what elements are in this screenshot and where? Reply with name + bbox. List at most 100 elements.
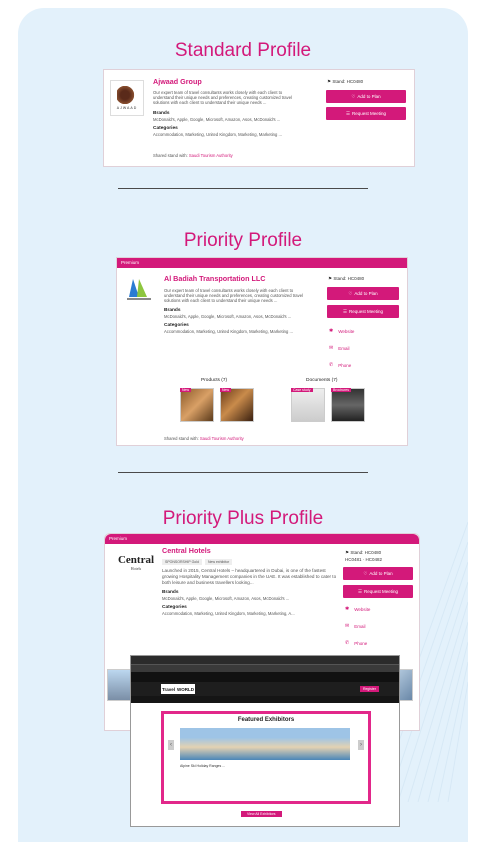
brands-list: McDonald's, Apple, Google, Microsoft, Am… bbox=[164, 314, 292, 319]
company-logo: Central Hotels bbox=[113, 554, 159, 584]
brands-list: McDonald's, Apple, Google, Microsoft, Am… bbox=[153, 117, 281, 122]
request-meeting-button[interactable]: ☰ Request Meeting bbox=[326, 107, 406, 120]
phone-icon: ✆ bbox=[329, 362, 334, 368]
carousel-prev-button[interactable]: ‹ bbox=[168, 740, 174, 750]
brands-list: McDonald's, Apple, Google, Microsoft, Am… bbox=[162, 596, 290, 601]
categories-label: Categories bbox=[153, 126, 178, 131]
documents-heading: Documents (7) bbox=[306, 378, 338, 383]
site-top-bar bbox=[131, 672, 399, 682]
standard-profile-title: Standard Profile bbox=[174, 40, 312, 61]
email-link[interactable]: ✉ Email bbox=[329, 345, 349, 351]
priority-plus-profile-title: Priority Plus Profile bbox=[162, 508, 324, 529]
company-description: Our expert team of travel consultants wo… bbox=[164, 288, 303, 304]
request-meeting-button[interactable]: ☰ Request Meeting bbox=[327, 305, 399, 318]
company-name[interactable]: Ajwaad Group bbox=[153, 77, 202, 86]
website-link[interactable]: ✱ Website bbox=[345, 606, 370, 612]
heart-icon: ♡ bbox=[351, 93, 356, 99]
categories-list: Accommodation, Marketing, United Kingdom… bbox=[153, 132, 282, 137]
premium-banner: Premium bbox=[105, 534, 419, 544]
site-header: Travel WORLD Register bbox=[131, 682, 399, 696]
categories-label: Categories bbox=[162, 605, 187, 610]
logo-text: AJWAAD bbox=[116, 106, 138, 110]
view-all-exhibitors-button[interactable]: View All Exhibitors bbox=[241, 811, 282, 817]
brands-label: Brands bbox=[162, 590, 179, 595]
phone-link[interactable]: ✆ Phone bbox=[345, 640, 367, 646]
add-to-plan-label: Add to Plan bbox=[354, 291, 378, 296]
priority-profile-title: Priority Profile bbox=[183, 230, 303, 251]
calendar-icon: ☰ bbox=[357, 588, 362, 594]
stand-number-text: Stand: HC0480 bbox=[332, 79, 364, 84]
envelope-icon: ✉ bbox=[329, 345, 334, 351]
browser-address-bar[interactable] bbox=[131, 664, 399, 672]
standard-profile-card: AJWAAD Ajwaad Group Our expert team of t… bbox=[103, 69, 415, 167]
site-nav bbox=[131, 696, 399, 703]
shared-stand-label: Shared stand with: bbox=[153, 153, 188, 158]
website-label: Website bbox=[338, 328, 355, 334]
website-link[interactable]: ✱ Website bbox=[329, 328, 354, 334]
phone-link[interactable]: ✆ Phone bbox=[329, 362, 351, 368]
stand-number: ⚑ Stand: HC0480 bbox=[327, 79, 363, 85]
browser-screenshot: Travel WORLD Register Featured Exhibitor… bbox=[130, 655, 400, 827]
case-study-tag: Case study bbox=[291, 388, 313, 392]
envelope-icon: ✉ bbox=[345, 623, 350, 629]
email-label: Email bbox=[354, 623, 366, 629]
sponsorship-chip: SPONSORSHIP Gold bbox=[162, 559, 202, 565]
website-label: Website bbox=[354, 606, 371, 612]
site-logo[interactable]: Travel WORLD bbox=[161, 684, 195, 694]
company-name[interactable]: Central Hotels bbox=[162, 546, 211, 555]
calendar-icon: ☰ bbox=[345, 110, 350, 116]
product-thumbnail-1[interactable] bbox=[180, 388, 214, 422]
company-name[interactable]: Al Badiah Transportation LLC bbox=[164, 274, 265, 283]
priority-profile-card: Premium Al Badiah Transportation LLC Our… bbox=[116, 257, 408, 446]
company-logo: AJWAAD bbox=[110, 80, 144, 116]
email-link[interactable]: ✉ Email bbox=[345, 623, 365, 629]
globe-icon: ✱ bbox=[345, 606, 350, 612]
add-to-plan-button[interactable]: ♡ Add to Plan bbox=[327, 287, 399, 300]
brochures-tag: Brochures bbox=[331, 388, 351, 392]
logo-mark bbox=[117, 86, 137, 104]
company-logo bbox=[123, 275, 155, 303]
shared-stand: Shared stand with: Saudi Tourism Authori… bbox=[164, 436, 244, 441]
request-meeting-label: Request Meeting bbox=[352, 111, 387, 116]
browser-tab-strip bbox=[131, 656, 399, 664]
categories-label: Categories bbox=[164, 323, 189, 328]
globe-icon: ✱ bbox=[329, 328, 334, 334]
request-meeting-label: Request Meeting bbox=[364, 589, 399, 594]
add-to-plan-label: Add to Plan bbox=[369, 571, 393, 576]
stand-number-secondary: HC0481 · HC0482 bbox=[345, 557, 383, 562]
site-logo-text-1: Travel bbox=[161, 686, 175, 692]
stand-number: ⚑ Stand: HC0480 bbox=[328, 276, 364, 282]
carousel-next-button[interactable]: › bbox=[358, 740, 364, 750]
brands-label: Brands bbox=[164, 308, 181, 313]
email-label: Email bbox=[338, 345, 350, 351]
phone-label: Phone bbox=[354, 640, 368, 646]
location-pin-icon: ⚑ bbox=[345, 550, 350, 555]
location-pin-icon: ⚑ bbox=[328, 276, 333, 281]
product-thumbnail-2[interactable] bbox=[220, 388, 254, 422]
new-tag: New bbox=[180, 388, 192, 392]
background-panel: Standard Profile AJWAAD Ajwaad Group Our… bbox=[18, 8, 468, 842]
shared-stand-link[interactable]: Saudi Tourism Authority bbox=[189, 153, 233, 158]
register-button[interactable]: Register bbox=[359, 686, 379, 692]
add-to-plan-button[interactable]: ♡ Add to Plan bbox=[343, 567, 413, 580]
featured-caption: Alpine Ski Holiday Ranges ... bbox=[180, 764, 226, 768]
chips-row: SPONSORSHIP Gold New exhibitor bbox=[162, 559, 233, 565]
document-thumbnail-2[interactable] bbox=[331, 388, 365, 422]
categories-list: Accommodation, Marketing, United Kingdom… bbox=[164, 329, 293, 334]
request-meeting-button[interactable]: ☰ Request Meeting bbox=[343, 585, 413, 598]
categories-list: Accommodation, Marketing, United Kingdom… bbox=[162, 611, 295, 616]
request-meeting-label: Request Meeting bbox=[349, 309, 384, 314]
featured-title: Featured Exhibitors bbox=[237, 717, 295, 723]
new-exhibitor-chip: New exhibitor bbox=[204, 559, 233, 565]
featured-image[interactable] bbox=[180, 728, 350, 760]
shared-stand-link[interactable]: Saudi Tourism Authority bbox=[200, 436, 244, 441]
add-to-plan-label: Add to Plan bbox=[357, 94, 381, 99]
site-logo-text-2: WORLD bbox=[177, 686, 194, 692]
heart-icon: ♡ bbox=[363, 570, 368, 576]
add-to-plan-button[interactable]: ♡ Add to Plan bbox=[326, 90, 406, 103]
stand-number: ⚑ Stand: HC0480 bbox=[345, 550, 381, 556]
document-thumbnail-1[interactable] bbox=[291, 388, 325, 422]
logo-text: Central bbox=[117, 554, 155, 566]
logo-subtext: Hotels bbox=[130, 566, 142, 571]
stand-number-text: Stand: HC0480 bbox=[350, 550, 382, 555]
